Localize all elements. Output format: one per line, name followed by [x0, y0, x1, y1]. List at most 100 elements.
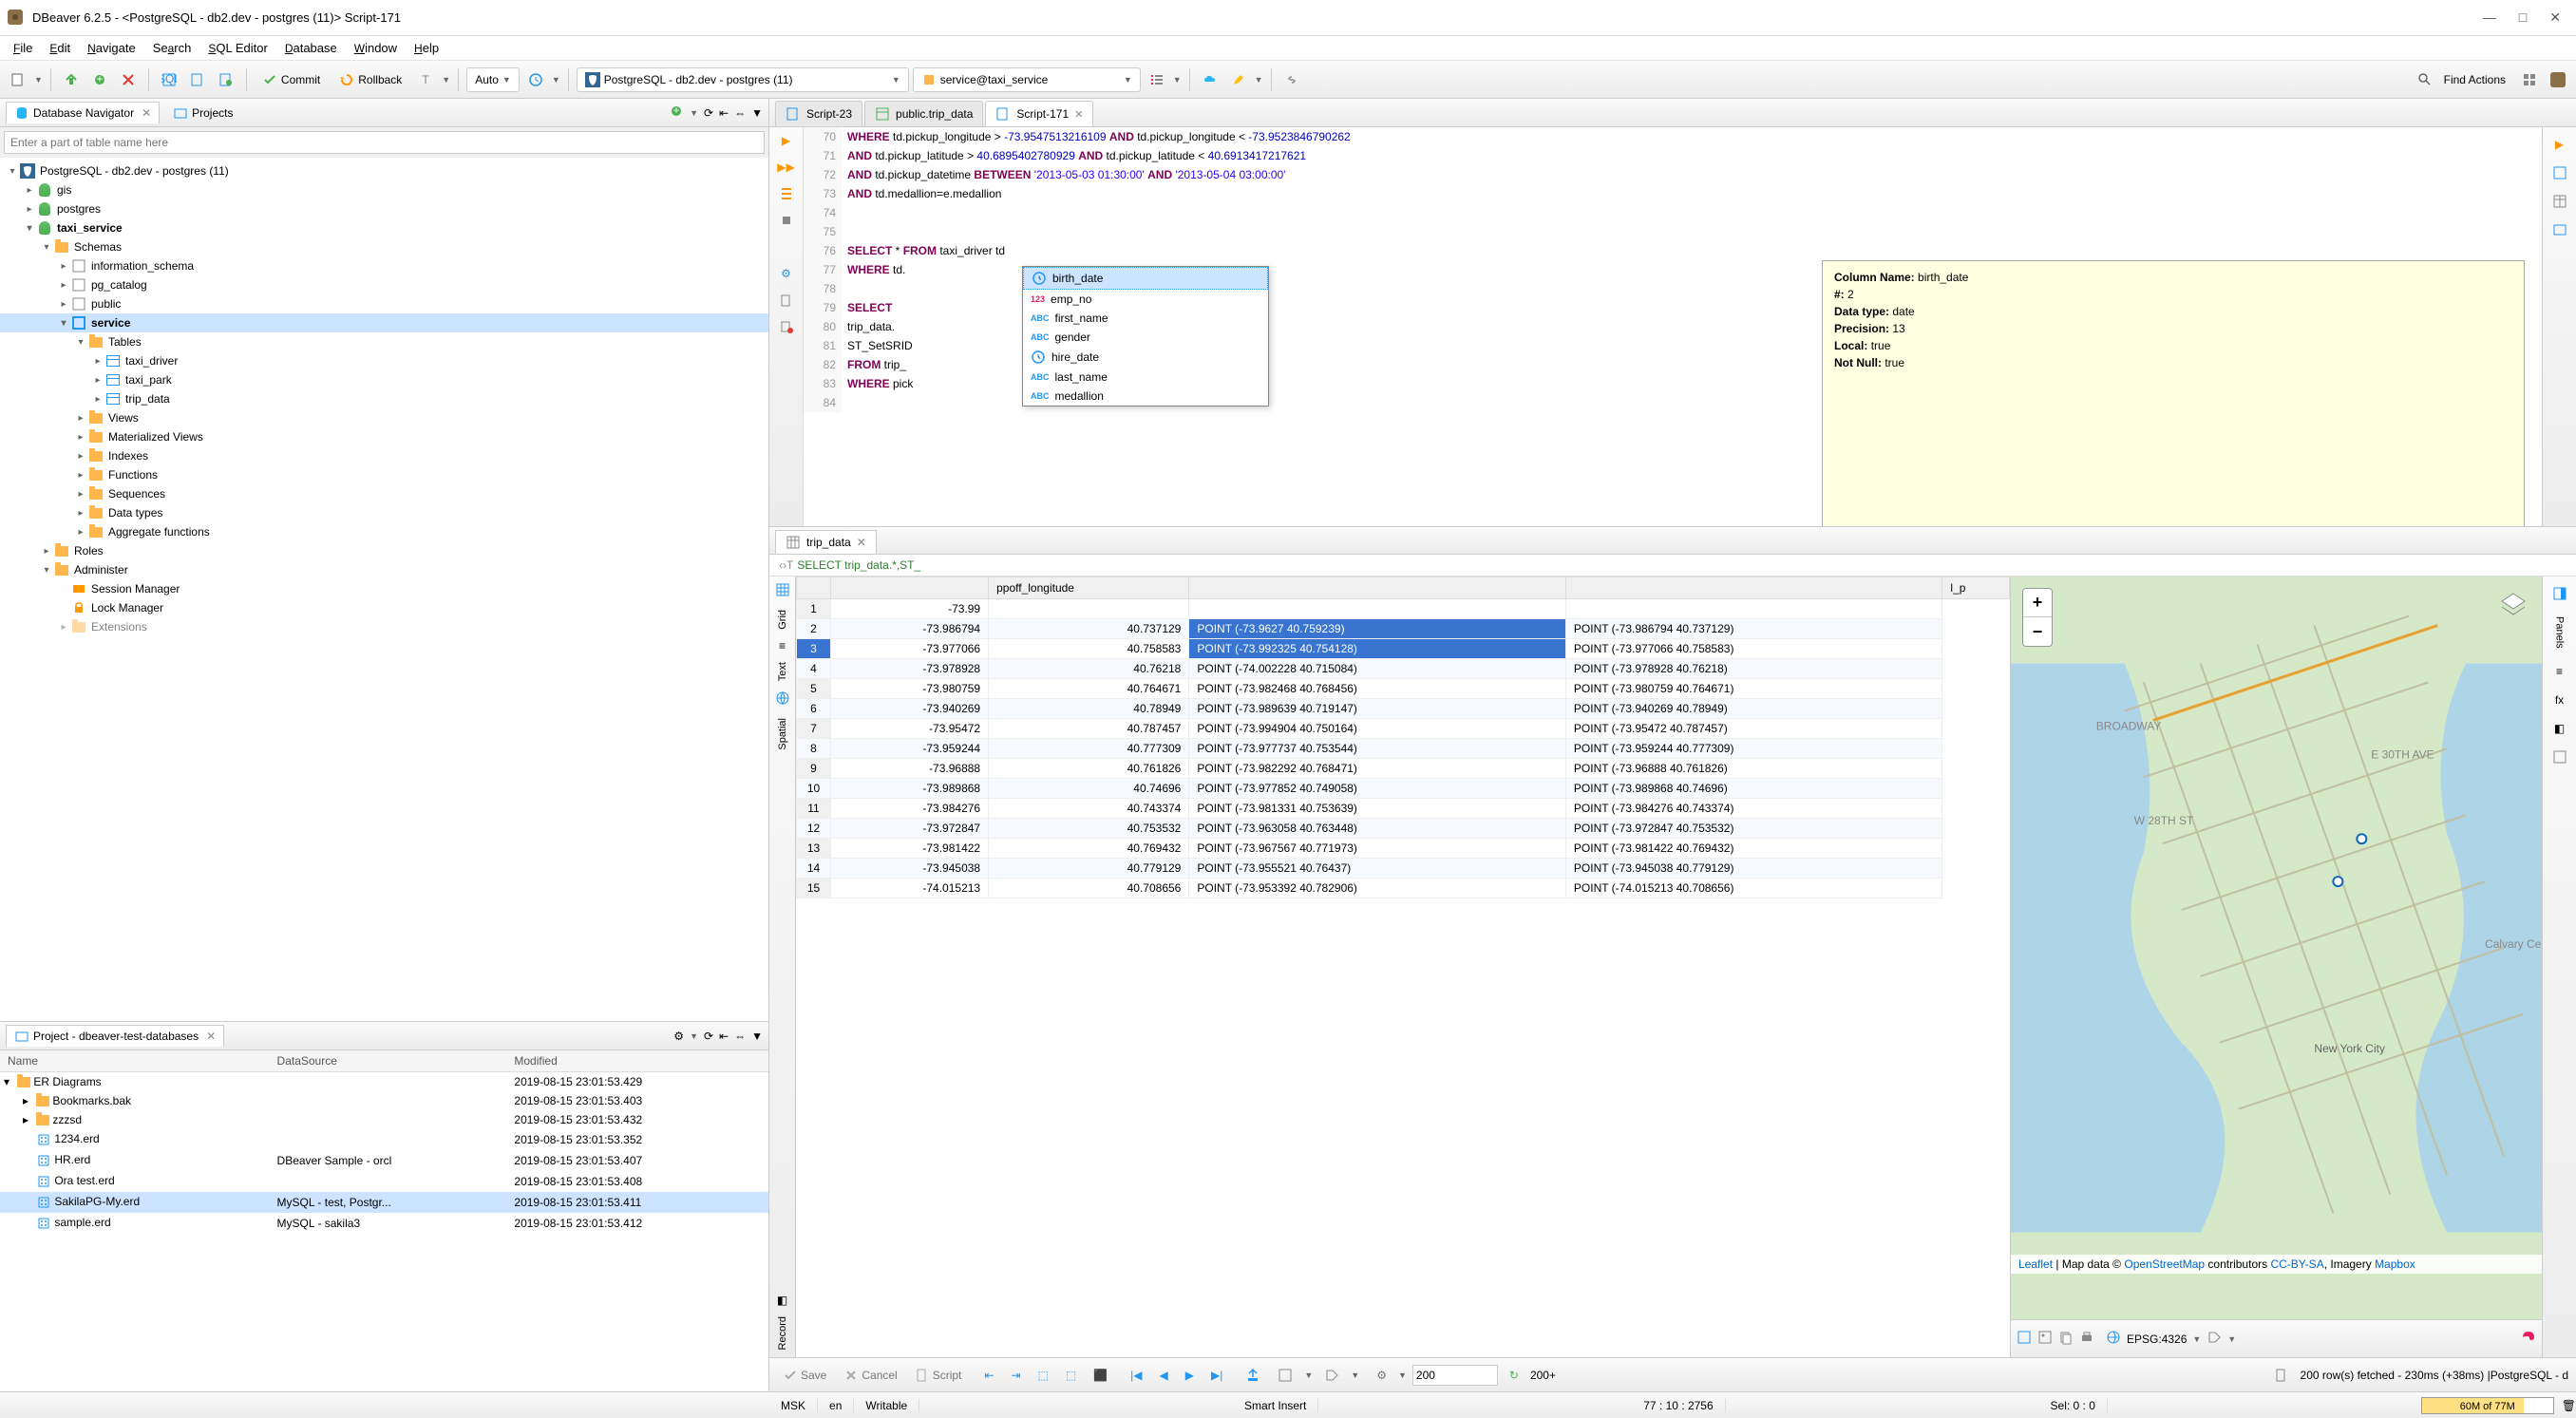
- connect-icon[interactable]: [59, 67, 84, 92]
- tree-schema-public[interactable]: ▸public: [0, 294, 768, 313]
- nav-menu-icon[interactable]: ▼: [751, 106, 763, 120]
- menu-search[interactable]: Search: [145, 37, 199, 59]
- record-view-icon[interactable]: ◧: [777, 1294, 787, 1307]
- map-copy-icon[interactable]: [2058, 1330, 2074, 1348]
- panels-icon-2[interactable]: ≡: [2548, 660, 2571, 683]
- tree-table-driver[interactable]: ▸taxi_driver: [0, 351, 768, 370]
- menu-file[interactable]: File: [6, 37, 40, 59]
- editor-tab[interactable]: public.trip_data: [864, 101, 983, 126]
- tree-session-mgr[interactable]: Session Manager: [0, 579, 768, 598]
- project-row[interactable]: sample.erdMySQL - sakila32019-08-15 23:0…: [0, 1213, 768, 1234]
- export-icon-2[interactable]: [1240, 1365, 1266, 1386]
- panels-icon-5[interactable]: [2548, 746, 2571, 768]
- grid-column-header[interactable]: [1565, 577, 1942, 599]
- record-tab-label[interactable]: Record: [775, 1309, 790, 1357]
- text-tab-label[interactable]: Text: [775, 654, 790, 689]
- proj-collapse-icon[interactable]: ⇤: [719, 1030, 729, 1043]
- nav-icon-3[interactable]: ⬚: [1032, 1366, 1054, 1385]
- nav-add-icon[interactable]: +: [669, 104, 684, 122]
- results-tab-trip-data[interactable]: trip_data✕: [775, 530, 877, 554]
- new-connection-icon[interactable]: +: [87, 67, 112, 92]
- rail-table-icon[interactable]: [2548, 190, 2571, 213]
- layers-icon[interactable]: [2496, 588, 2530, 622]
- panels-icon-4[interactable]: ◧: [2548, 717, 2571, 740]
- map-grid-icon[interactable]: [2017, 1330, 2032, 1348]
- autocomplete-item[interactable]: ABCgender: [1023, 328, 1268, 347]
- editor-tab[interactable]: Script-171✕: [985, 101, 1093, 126]
- grid-row[interactable]: 13-73.98142240.769432POINT (-73.967567 4…: [797, 839, 2010, 859]
- map-img-icon[interactable]: [2037, 1330, 2053, 1348]
- project-row[interactable]: ▾ ER Diagrams2019-08-15 23:01:53.429: [0, 1072, 768, 1092]
- nav-icon-1[interactable]: ⇤: [978, 1366, 999, 1385]
- grid-row[interactable]: 2-73.98679440.737129POINT (-73.9627 40.7…: [797, 619, 2010, 639]
- tree-schema-catalog[interactable]: ▸pg_catalog: [0, 275, 768, 294]
- project-row[interactable]: HR.erdDBeaver Sample - orcl2019-08-15 23…: [0, 1150, 768, 1171]
- clip-icon[interactable]: [777, 291, 796, 310]
- grid-row[interactable]: 4-73.97892840.76218POINT (-74.002228 40.…: [797, 659, 2010, 679]
- grid-column-header[interactable]: [1189, 577, 1566, 599]
- tree-extensions[interactable]: ▸Extensions: [0, 617, 768, 636]
- minimize-button[interactable]: —: [2483, 9, 2496, 26]
- tree-folder[interactable]: ▸Views: [0, 408, 768, 427]
- nav-icon-4[interactable]: ⬚: [1060, 1366, 1082, 1385]
- text-view-icon[interactable]: ≡: [779, 639, 786, 652]
- gc-icon[interactable]: 🗑: [2562, 1399, 2576, 1412]
- link-icon[interactable]: [1279, 67, 1304, 92]
- next-icon[interactable]: ▶: [1180, 1366, 1200, 1385]
- grid-column-header[interactable]: [831, 577, 989, 599]
- tab-database-navigator[interactable]: Database Navigator✕: [6, 102, 160, 123]
- tree-folder[interactable]: ▸Data types: [0, 503, 768, 522]
- script-button[interactable]: Script: [909, 1365, 968, 1386]
- map-view[interactable]: New York City W 28TH ST E 30TH AVE BROAD…: [2011, 577, 2542, 1319]
- sql-editor-icon[interactable]: SQL: [157, 67, 181, 92]
- gear-footer-icon[interactable]: ⚙: [1371, 1366, 1392, 1385]
- tree-schemas[interactable]: ▾Schemas: [0, 237, 768, 256]
- menu-window[interactable]: Window: [347, 37, 405, 59]
- autocomplete-item[interactable]: ABCfirst_name: [1023, 309, 1268, 328]
- autocomplete-item[interactable]: ABClast_name: [1023, 368, 1268, 387]
- highlight-icon[interactable]: [1226, 67, 1251, 92]
- proj-col-ds[interactable]: DataSource: [270, 1050, 507, 1072]
- commit-button[interactable]: Commit: [255, 67, 328, 92]
- autocomplete-item[interactable]: 123emp_no: [1023, 290, 1268, 309]
- grid-row[interactable]: 12-73.97284740.753532POINT (-73.963058 4…: [797, 819, 2010, 839]
- menu-edit[interactable]: Edit: [42, 37, 78, 59]
- grid-row[interactable]: 14-73.94503840.779129POINT (-73.955521 4…: [797, 859, 2010, 879]
- tree-folder[interactable]: ▸Materialized Views: [0, 427, 768, 446]
- grid-row[interactable]: 7-73.9547240.787457POINT (-73.994904 40.…: [797, 719, 2010, 739]
- epsg-label[interactable]: EPSG:4326: [2127, 1333, 2187, 1346]
- map-print-icon[interactable]: [2079, 1330, 2094, 1348]
- nav-link-icon[interactable]: ⇔: [734, 106, 746, 120]
- heap-monitor[interactable]: 60M of 77M: [2421, 1397, 2554, 1414]
- tree-roles[interactable]: ▸Roles: [0, 541, 768, 560]
- close-button[interactable]: ✕: [2549, 9, 2561, 26]
- nav-collapse-icon[interactable]: ⇤: [719, 106, 729, 120]
- menu-navigate[interactable]: Navigate: [80, 37, 143, 59]
- tree-db-gis[interactable]: ▸gis: [0, 180, 768, 199]
- schema-combo[interactable]: service@taxi_service▼: [913, 67, 1141, 92]
- grid-row[interactable]: 15-74.01521340.708656POINT (-73.953392 4…: [797, 879, 2010, 898]
- dbeaver-icon[interactable]: [2546, 67, 2570, 92]
- proj-col-mod[interactable]: Modified: [506, 1050, 768, 1072]
- editor-tab[interactable]: Script-23: [775, 101, 862, 126]
- import-icon[interactable]: [1272, 1365, 1298, 1386]
- spatial-view-icon[interactable]: [775, 690, 790, 709]
- grid-row[interactable]: 5-73.98075940.764671POINT (-73.982468 40…: [797, 679, 2010, 699]
- history-icon[interactable]: [523, 67, 548, 92]
- panels-label[interactable]: Panels: [2554, 611, 2566, 654]
- tree-table-trip[interactable]: ▸trip_data: [0, 389, 768, 408]
- nav-filter-input[interactable]: [4, 131, 765, 154]
- zoom-in-button[interactable]: +: [2023, 589, 2052, 617]
- auto-commit-combo[interactable]: Auto▼: [466, 67, 520, 92]
- grid-row[interactable]: 8-73.95924440.777309POINT (-73.977737 40…: [797, 739, 2010, 759]
- rail-sql-icon[interactable]: [2548, 161, 2571, 184]
- nav-refresh-icon[interactable]: ⟳: [704, 106, 713, 120]
- refresh-footer-icon[interactable]: ↻: [1504, 1366, 1525, 1385]
- tree-folder[interactable]: ▸Indexes: [0, 446, 768, 465]
- grid-row[interactable]: 6-73.94026940.78949POINT (-73.989639 40.…: [797, 699, 2010, 719]
- tree-schema-info[interactable]: ▸information_schema: [0, 256, 768, 275]
- grid-row[interactable]: 1-73.99: [797, 599, 2010, 619]
- project-row[interactable]: 1234.erd2019-08-15 23:01:53.352: [0, 1129, 768, 1150]
- gear-icon[interactable]: ⚙: [777, 264, 796, 283]
- tree-folder[interactable]: ▸Aggregate functions: [0, 522, 768, 541]
